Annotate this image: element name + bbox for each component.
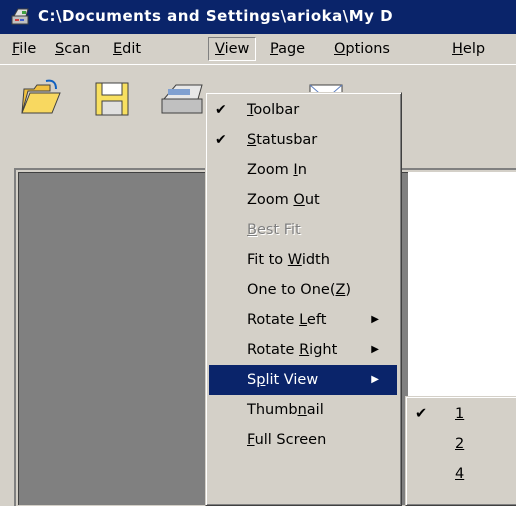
save-disk-icon (95, 82, 129, 116)
submenu-item-2[interactable]: 2 (409, 429, 515, 459)
menu-item-thumbnail[interactable]: Thumbnail (209, 395, 397, 425)
save-button[interactable] (92, 79, 138, 119)
scanner-app-icon[interactable] (10, 7, 32, 27)
checkmark-icon: ✔ (415, 406, 428, 422)
menu-item-toolbar[interactable]: ✔ Toolbar (209, 95, 397, 125)
open-folder-icon (21, 79, 61, 114)
menu-item-rotate-left[interactable]: Rotate Left ▶ (209, 305, 397, 335)
menu-bar: File Scan Edit View Page Options Help (0, 34, 516, 64)
menu-item-statusbar[interactable]: ✔ Statusbar (209, 125, 397, 155)
submenu-item-1[interactable]: ✔ 1 (409, 399, 515, 429)
view-menu: ✔ Toolbar ✔ Statusbar Zoom In Zoom Out B… (205, 92, 402, 506)
menu-item-best-fit: Best Fit (247, 222, 301, 238)
menu-item-one-to-one[interactable]: One to One(Z) (209, 275, 397, 305)
menu-help[interactable]: Help (446, 38, 491, 60)
menu-view[interactable]: View (208, 37, 257, 61)
checkmark-icon: ✔ (215, 132, 227, 148)
menu-item-full-screen[interactable]: Full Screen (209, 425, 397, 455)
window-title: C:\Documents and Settings\arioka\My D (38, 7, 394, 25)
menu-scan[interactable]: Scan (49, 38, 96, 60)
menu-options[interactable]: Options (328, 38, 396, 60)
menu-file[interactable]: File (6, 38, 42, 60)
split-view-submenu: ✔ 1 2 4 (405, 396, 516, 506)
menu-item-fit-to-width[interactable]: Fit to Width (209, 245, 397, 275)
submenu-item-4[interactable]: 4 (409, 459, 515, 489)
menu-edit[interactable]: Edit (107, 38, 147, 60)
submenu-arrow-icon: ▶ (371, 344, 379, 355)
scanner-icon (161, 84, 203, 114)
menu-item-zoom-out[interactable]: Zoom Out (209, 185, 397, 215)
menu-item-zoom-in[interactable]: Zoom In (209, 155, 397, 185)
scan-button[interactable] (158, 79, 204, 119)
menu-item-rotate-right[interactable]: Rotate Right ▶ (209, 335, 397, 365)
menu-item-split-view[interactable]: Split View ▶ (209, 365, 397, 395)
menu-page[interactable]: Page (264, 38, 311, 60)
title-bar: C:\Documents and Settings\arioka\My D (0, 0, 516, 34)
open-folder-button[interactable] (20, 79, 66, 119)
checkmark-icon: ✔ (215, 102, 227, 118)
submenu-arrow-icon: ▶ (371, 374, 379, 385)
submenu-arrow-icon: ▶ (371, 314, 379, 325)
